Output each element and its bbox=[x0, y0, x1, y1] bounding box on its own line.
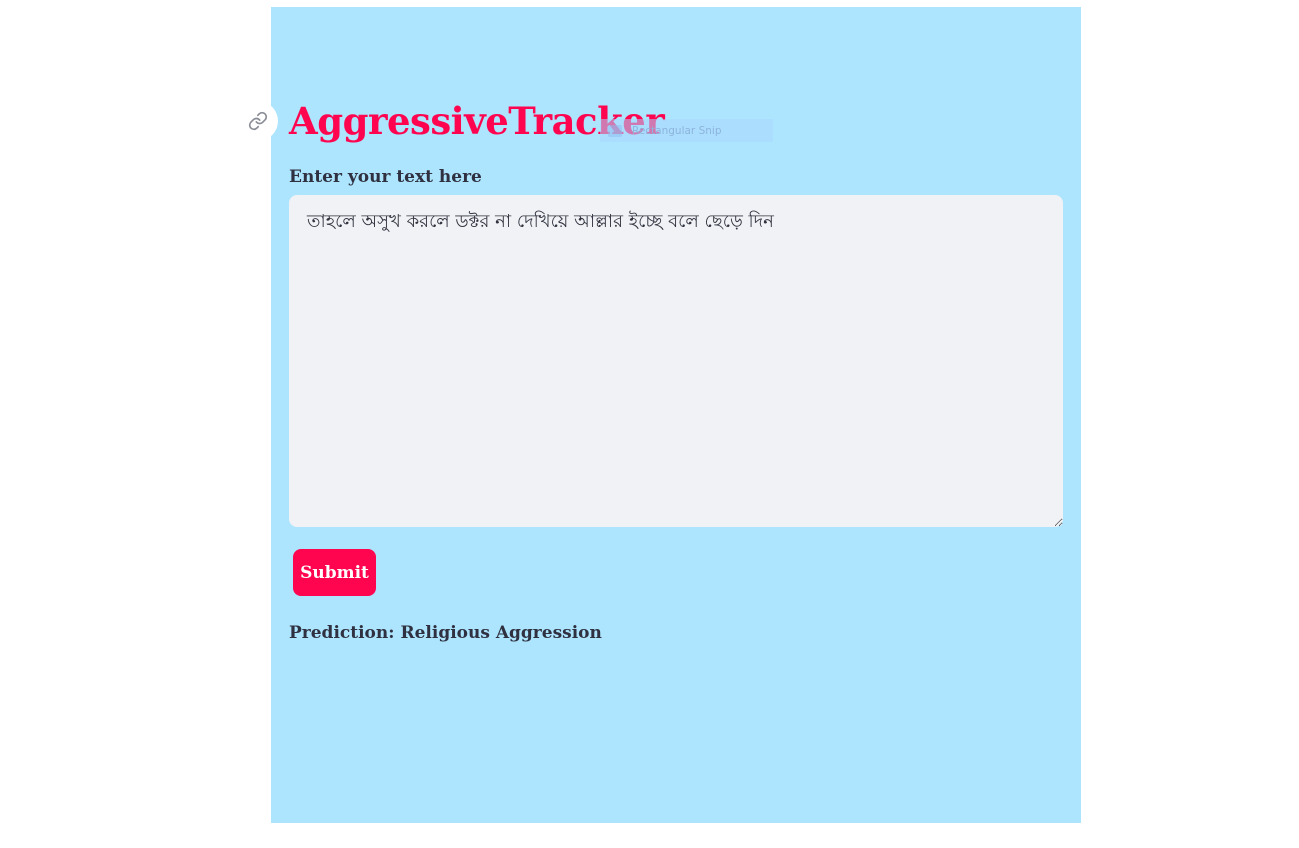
header-anchor-link[interactable] bbox=[238, 101, 278, 141]
rectangular-snip-overlay: Rectangular Snip bbox=[600, 119, 773, 142]
link-icon bbox=[248, 111, 268, 131]
prediction-result: Prediction: Religious Aggression bbox=[289, 623, 602, 643]
snip-label: Rectangular Snip bbox=[632, 124, 722, 137]
submit-button[interactable]: Submit bbox=[293, 549, 376, 596]
text-input-area[interactable]: তাহলে অসুখ করলে ডক্টর না দেখিয়ে আল্লার … bbox=[289, 195, 1063, 527]
snip-icon bbox=[608, 124, 622, 137]
text-input-label: Enter your text here bbox=[289, 167, 482, 187]
